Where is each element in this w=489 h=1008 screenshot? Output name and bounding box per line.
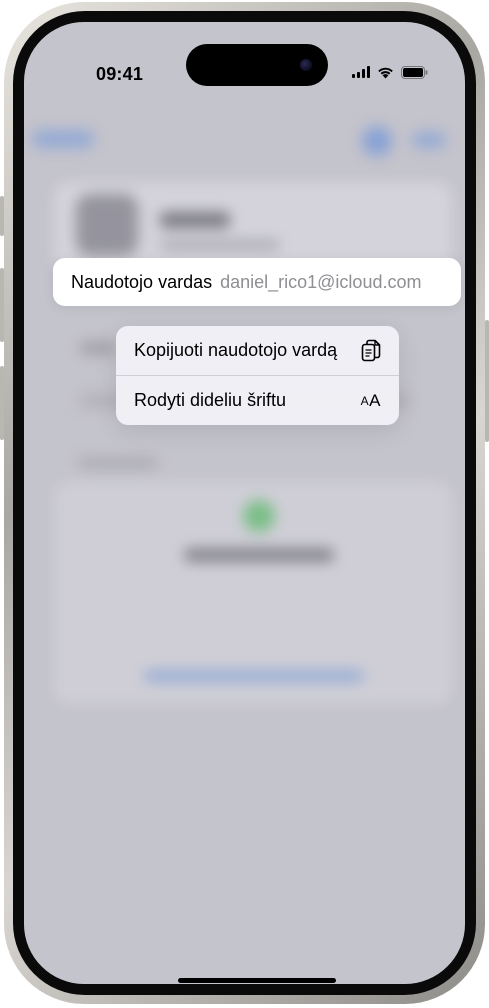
large-type-menu-item[interactable]: Rodyti dideliu šriftu AA xyxy=(116,376,399,425)
context-menu: Kopijuoti naudotojo vardą Rodyti dideliu… xyxy=(116,326,399,425)
phone-screen: 09:41 Naudotojo vardas daniel_rico1@iclo… xyxy=(24,22,465,984)
dynamic-island xyxy=(186,44,328,86)
phone-bezel: 09:41 Naudotojo vardas daniel_rico1@iclo… xyxy=(13,11,476,995)
side-power-button xyxy=(485,320,489,442)
phone-frame: 09:41 Naudotojo vardas daniel_rico1@iclo… xyxy=(4,2,485,1004)
copy-icon xyxy=(361,339,381,363)
text-size-icon: AA xyxy=(360,390,381,410)
username-label: Naudotojo vardas xyxy=(71,271,213,292)
dim-overlay xyxy=(24,22,465,984)
home-indicator[interactable] xyxy=(178,978,336,983)
camera-lens-icon xyxy=(300,59,312,71)
username-value: daniel_rico1@icloud.com xyxy=(220,271,422,292)
status-time: 09:41 xyxy=(96,64,144,84)
copy-username-label: Kopijuoti naudotojo vardą xyxy=(134,340,338,360)
large-type-label: Rodyti dideliu šriftu xyxy=(134,390,287,410)
page: 09:41 Naudotojo vardas daniel_rico1@iclo… xyxy=(0,0,489,1008)
username-field[interactable]: Naudotojo vardas daniel_rico1@icloud.com xyxy=(53,258,461,306)
status-icons xyxy=(352,64,428,80)
battery-icon xyxy=(401,65,428,79)
cellular-signal-icon xyxy=(352,66,370,78)
copy-username-menu-item[interactable]: Kopijuoti naudotojo vardą xyxy=(116,326,399,375)
wifi-icon xyxy=(378,67,393,78)
